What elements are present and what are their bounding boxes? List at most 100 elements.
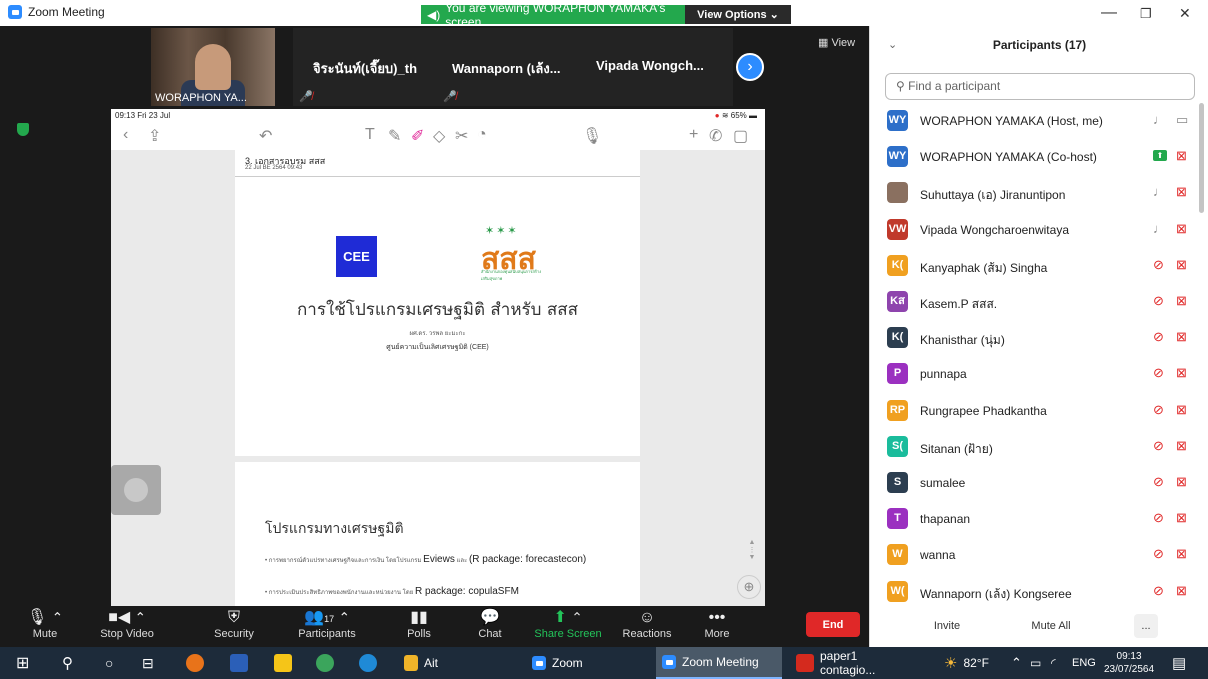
minimize-button[interactable]: — — [1101, 4, 1117, 22]
cortana-icon[interactable]: ○ — [105, 647, 113, 679]
stop-video-button[interactable]: ■◀ ⌃ Stop Video — [96, 606, 158, 647]
video-off-icon[interactable]: ⊠ — [1176, 221, 1187, 237]
lasso-tool-icon[interactable]: ✂ — [455, 126, 468, 146]
mic-muted-icon[interactable]: ⊘ — [1153, 438, 1164, 454]
pages-icon[interactable]: ▢ — [733, 126, 748, 146]
video-off-icon[interactable]: ⊠ — [1176, 474, 1187, 490]
share-icon[interactable]: ⇪ — [148, 126, 161, 146]
participant-row[interactable]: VW Vipada Wongcharoenwitaya ♩ ⊠ — [870, 212, 1208, 248]
polls-button[interactable]: ▮▮ Polls — [398, 606, 440, 647]
taskbar-app-zoom[interactable]: Zoom — [526, 647, 583, 679]
back-icon[interactable]: ‹ — [123, 126, 128, 144]
chat-button[interactable]: 💬 Chat — [470, 606, 510, 647]
participant-list-scrollbar[interactable] — [1199, 103, 1204, 213]
participant-row[interactable]: W(Wannaporn (เล้ง) Kongseree ⊘ ⊠ — [870, 574, 1208, 610]
video-thumbnail-2[interactable]: จิระนันท์(เจี๊ยบ)_th 🎤̸ — [293, 28, 433, 106]
video-thumbnail-3[interactable]: Wannaporn (เล้ง... 🎤̸ — [433, 28, 573, 106]
windows-start-icon[interactable]: ⊞ — [16, 647, 29, 679]
video-off-icon[interactable]: ⊠ — [1176, 365, 1187, 381]
video-off-icon[interactable]: ⊠ — [1176, 546, 1187, 562]
security-button[interactable]: ⛨ Security — [208, 606, 260, 647]
mic-muted-icon[interactable]: ⊘ — [1153, 402, 1164, 418]
end-meeting-button[interactable]: End — [806, 612, 860, 637]
taskbar-app-ait[interactable]: Ait — [398, 647, 438, 679]
zoom-in-icon[interactable]: ⊕ — [737, 575, 761, 599]
microphone-icon[interactable]: ♩ — [1153, 221, 1166, 236]
sticky-notes-icon[interactable] — [274, 647, 292, 679]
participant-row[interactable]: S(Sitanan (ฝ้าย) ⊘ ⊠ — [870, 429, 1208, 465]
video-off-icon[interactable]: ⊠ — [1176, 148, 1187, 164]
restore-button[interactable]: ❐ — [1140, 6, 1152, 22]
participant-row[interactable]: WY WORAPHON YAMAKA (Co-host) ⬆ ⊠ — [870, 139, 1208, 175]
search-icon[interactable]: ⚲ — [62, 647, 73, 679]
mute-button[interactable]: 🎙 ⌃ Mute — [20, 606, 70, 647]
chrome-icon[interactable] — [316, 647, 334, 679]
mic-muted-icon[interactable]: ⊘ — [1153, 293, 1164, 309]
mic-muted-icon[interactable]: ⊘ — [1153, 257, 1164, 273]
eraser-tool-icon[interactable]: ◇ — [433, 126, 445, 146]
text-tool-icon[interactable]: T — [365, 126, 375, 144]
invite-button[interactable]: Invite — [925, 614, 969, 638]
assistive-touch-button[interactable] — [111, 465, 161, 515]
undo-icon[interactable]: ↶ — [259, 126, 272, 146]
word-icon[interactable] — [230, 647, 248, 679]
weather-widget[interactable]: ☀ 82°F — [944, 647, 989, 679]
settings-wrench-icon[interactable]: ✆ — [709, 126, 722, 146]
firefox-icon[interactable] — [186, 647, 204, 679]
participant-search-input[interactable]: ⚲ Find a participant — [885, 73, 1195, 100]
reactions-button[interactable]: ☺ Reactions — [620, 606, 674, 647]
video-off-icon[interactable]: ⊠ — [1176, 583, 1187, 599]
participant-row[interactable]: Kส Kasem.P สสส. ⊘ ⊠ — [870, 284, 1208, 320]
shapes-tool-icon[interactable]: ◔ — [477, 126, 487, 144]
taskbar-app-pdf[interactable]: paper1 contagio... — [790, 647, 916, 679]
participant-row[interactable]: RP Rungrapee Phadkantha ⊘ ⊠ — [870, 393, 1208, 429]
video-off-icon[interactable]: ⊠ — [1176, 510, 1187, 526]
more-options-button[interactable]: ... — [1134, 614, 1158, 638]
video-thumbnail-host[interactable]: WORAPHON YA... — [151, 28, 275, 106]
taskbar-app-zoom-meeting[interactable]: Zoom Meeting — [656, 647, 782, 679]
view-options-button[interactable]: View Options ⌄ — [685, 5, 791, 24]
video-off-icon[interactable]: ⊠ — [1176, 438, 1187, 454]
participant-row[interactable]: Wwanna ⊘ ⊠ — [870, 537, 1208, 573]
participant-row[interactable]: Suhuttaya (เอ) Jiranuntipon ♩ ⊠ — [870, 175, 1208, 211]
page-scroll-indicator[interactable]: ▲ ⋮ ▼ — [747, 539, 757, 579]
mic-muted-icon[interactable]: ⊘ — [1153, 583, 1164, 599]
more-button[interactable]: ••• More — [698, 606, 736, 647]
edge-icon[interactable] — [359, 647, 377, 679]
system-clock[interactable]: 09:13 23/07/2564 — [1104, 650, 1154, 676]
video-off-icon[interactable]: ⊠ — [1176, 329, 1187, 345]
mute-all-button[interactable]: Mute All — [1021, 614, 1081, 638]
participants-button[interactable]: 👥17 ⌃ Participants — [294, 606, 360, 647]
highlighter-tool-icon[interactable]: ✐ — [411, 126, 424, 146]
next-page-button[interactable]: › — [736, 53, 764, 81]
mic-muted-icon[interactable]: ⊘ — [1153, 365, 1164, 381]
mic-muted-icon[interactable]: ⊘ — [1153, 329, 1164, 345]
notifications-icon[interactable]: ▤ — [1172, 647, 1186, 679]
mic-muted-icon[interactable]: ⊘ — [1153, 546, 1164, 562]
pen-tool-icon[interactable]: ✎ — [388, 126, 401, 146]
microphone-icon[interactable]: ♩ — [1153, 184, 1166, 199]
video-camera-icon[interactable]: ▭ — [1176, 112, 1188, 128]
mic-muted-icon[interactable]: ⊘ — [1153, 510, 1164, 526]
video-off-icon[interactable]: ⊠ — [1176, 184, 1187, 200]
mic-muted-icon[interactable]: ⊘ — [1153, 474, 1164, 490]
system-tray-chevron-icon[interactable]: ⌃ — [1011, 647, 1022, 679]
participant-row[interactable]: Tthapanan ⊘ ⊠ — [870, 501, 1208, 537]
participant-row[interactable]: WY WORAPHON YAMAKA (Host, me) ♩ ▭ — [870, 103, 1208, 139]
microphone-icon[interactable]: ♩ — [1153, 112, 1166, 127]
participant-row[interactable]: K(Kanyaphak (ส้ม) Singha ⊘ ⊠ — [870, 248, 1208, 284]
network-icon[interactable]: ◜ — [1051, 647, 1056, 679]
video-off-icon[interactable]: ⊠ — [1176, 293, 1187, 309]
video-off-icon[interactable]: ⊠ — [1176, 257, 1187, 273]
view-button[interactable]: ▦ View — [818, 36, 855, 49]
task-view-icon[interactable]: ⊟ — [142, 647, 154, 679]
video-thumbnail-4[interactable]: Vipada Wongch... — [573, 28, 733, 106]
participant-row[interactable]: K(Khanisthar (นุ่ม) ⊘ ⊠ — [870, 320, 1208, 356]
video-off-icon[interactable]: ⊠ — [1176, 402, 1187, 418]
add-icon[interactable]: + — [689, 126, 698, 144]
battery-icon[interactable]: ▭ — [1030, 647, 1041, 679]
share-screen-button[interactable]: ⬆ ⌃ Share Screen — [532, 606, 604, 647]
participant-row[interactable]: Ppunnapa ⊘ ⊠ — [870, 356, 1208, 392]
participant-row[interactable]: Ssumalee ⊘ ⊠ — [870, 465, 1208, 501]
close-button[interactable]: ✕ — [1179, 5, 1191, 22]
